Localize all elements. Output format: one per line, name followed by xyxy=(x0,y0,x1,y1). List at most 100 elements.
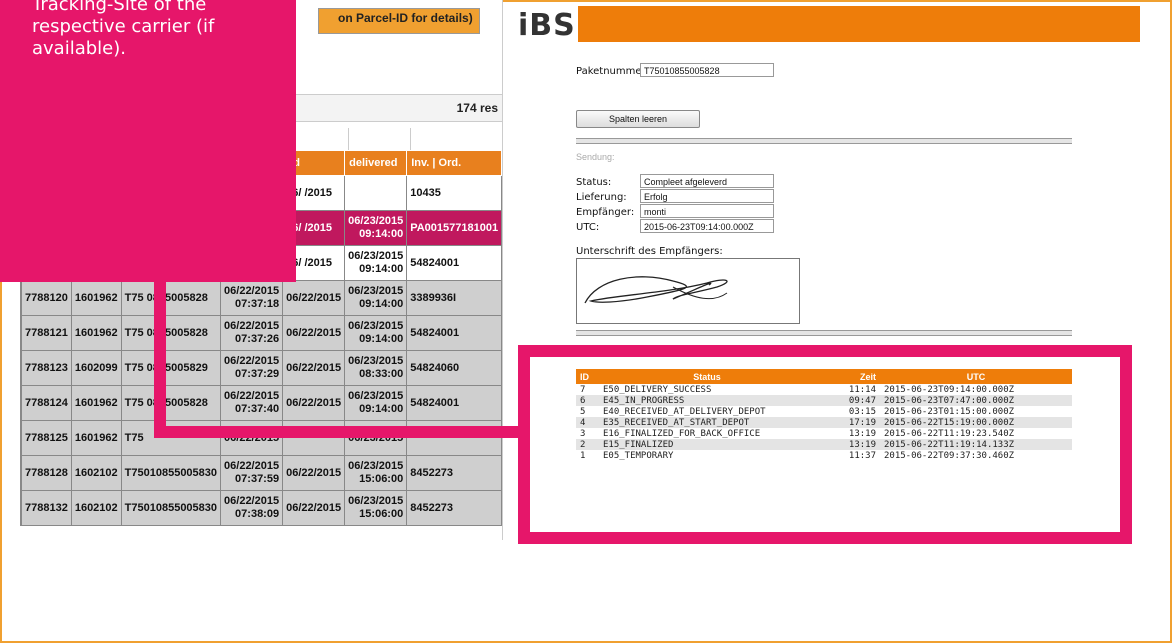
pickup-date: 06/22/2015 xyxy=(282,350,346,386)
delivered-date: 06/23/2015 xyxy=(348,320,404,332)
history-id: 7 xyxy=(580,384,586,395)
sent-date: 06/22/2015 xyxy=(224,460,280,472)
delivered-time: 15:06:00 xyxy=(359,508,404,520)
delivered-date: 06/23/2015 xyxy=(348,390,404,402)
pickup-date: 06/22/2015 xyxy=(282,315,346,351)
tracking-link[interactable]: T75010855005830 xyxy=(120,490,222,526)
delivered-datetime: 06/23/2015 09:14:00 xyxy=(344,210,408,246)
delivered-datetime: 06/23/2015 09:14:00 xyxy=(344,280,408,316)
order-number: PA001577181001 xyxy=(406,210,502,246)
order-number: 54824001 xyxy=(406,315,502,351)
recipient-field: monti xyxy=(640,204,774,218)
connector-line xyxy=(154,282,166,438)
sent-date: 06/22/2015 xyxy=(224,285,280,297)
parcel-id[interactable]: 7788123 xyxy=(21,350,72,386)
tracking-link[interactable]: T75010855005830 xyxy=(120,455,222,491)
sent-datetime: 06/22/2015 07:37:29 xyxy=(220,350,284,386)
history-row: 6 E45_IN_PROGRESS 09:47 2015-06-23T07:47:00… xyxy=(576,395,1072,406)
history-time: 13:19 xyxy=(848,428,876,439)
col-header[interactable]: delivered xyxy=(344,150,408,176)
utc-field: 2015-06-23T09:14:00.000Z xyxy=(640,219,774,233)
signature-box xyxy=(576,258,800,324)
status-history-table: ID Status Zeit UTC 7 E50_DELIVERY_SUCCESS… xyxy=(576,369,1072,461)
tracking-link[interactable]: T75 0855005828 xyxy=(120,280,222,316)
order-number: 54824060 xyxy=(406,350,502,386)
history-status: E45_IN_PROGRESS xyxy=(599,395,815,406)
sent-time: 07:37:18 xyxy=(235,298,280,310)
sent-datetime: 06/22/2015 07:37:18 xyxy=(220,280,284,316)
table-row[interactable]: 7788123 1602099 T75 0855005829 06/22/2015 07… xyxy=(20,350,502,386)
parcel-id[interactable]: 7788121 xyxy=(21,315,72,351)
delivered-time: 15:06:00 xyxy=(359,473,404,485)
history-status: E40_RECEIVED_AT_DELIVERY_DEPOT xyxy=(603,406,766,417)
table-row[interactable]: 7788124 1601962 T75 0855005828 06/22/2015 07… xyxy=(20,385,502,421)
sent-date: 06/22/2015 xyxy=(224,320,280,332)
customer-id: 1601962 xyxy=(70,385,122,421)
parcel-id[interactable]: 7788124 xyxy=(21,385,72,421)
customer-id: 1602102 xyxy=(70,490,122,526)
history-id: 2 xyxy=(576,439,599,450)
order-number: 8452273 xyxy=(406,490,502,526)
signature-label: Unterschrift des Empfängers: xyxy=(576,246,723,257)
order-number: 54824001 xyxy=(406,385,502,421)
tooltip-line: Tracking-Site of the xyxy=(32,0,207,15)
paket-input[interactable]: T75010855005828 xyxy=(640,63,774,77)
history-utc: 2015-06-22T15:19:00.000Z xyxy=(880,417,1072,428)
sent-datetime: 06/22/2015 07:38:09 xyxy=(220,490,284,526)
history-utc: 2015-06-23T09:14:00.000Z xyxy=(884,384,1015,395)
divider xyxy=(576,330,1072,336)
recipient-label: Empfänger: xyxy=(576,207,635,218)
order-number: 8452273 xyxy=(406,455,502,491)
history-status: E50_DELIVERY_SUCCESS xyxy=(603,384,712,395)
tracking-link[interactable]: T75 0855005828 xyxy=(120,315,222,351)
history-row: 5 E40_RECEIVED_AT_DELIVERY_DEPOT 03:15 2015… xyxy=(576,406,1072,417)
tracking-link[interactable]: T75 0855005829 xyxy=(120,350,222,386)
history-time: 11:37 xyxy=(848,450,876,461)
parcel-id[interactable]: 7788128 xyxy=(21,455,72,491)
col-header: UTC xyxy=(880,369,1072,384)
delivered-time: 09:14:00 xyxy=(359,333,404,345)
utc-label: UTC: xyxy=(576,222,600,233)
history-utc: 2015-06-22T11:19:23.540Z xyxy=(884,428,1015,439)
sent-datetime: 06/22/2015 07:37:26 xyxy=(220,315,284,351)
history-id: 6 xyxy=(576,395,599,406)
paket-label: Paketnummer xyxy=(576,66,646,77)
delivered-datetime: 06/23/2015 15:06:00 xyxy=(344,490,408,526)
table-row[interactable]: 7788132 1602102 T75010855005830 06/22/2015 0… xyxy=(20,490,502,526)
sent-time: 07:37:26 xyxy=(235,333,280,345)
brand-bar xyxy=(578,6,1140,42)
delivered-datetime: 06/23/2015 09:14:00 xyxy=(344,245,408,281)
delivered-date: 06/23/2015 xyxy=(348,285,404,297)
history-row: 2 E15_FINALIZED 13:19 2015-06-22T11:19:14.1… xyxy=(576,439,1072,450)
col-header[interactable]: Inv. | Ord. xyxy=(406,150,502,176)
sent-date: 06/22/2015 xyxy=(224,355,280,367)
history-status: E15_FINALIZED xyxy=(599,439,815,450)
history-status: E16_FINALIZED_FOR_BACK_OFFICE xyxy=(603,428,761,439)
order-number: 54824001 xyxy=(406,245,502,281)
history-time: 09:47 xyxy=(815,395,880,406)
delivery-field: Erfolg xyxy=(640,189,774,203)
results-count: 174 res xyxy=(456,101,498,115)
parcel-id[interactable]: 7788120 xyxy=(21,280,72,316)
table-row[interactable]: 7788120 1601962 T75 0855005828 06/22/2015 07… xyxy=(20,280,502,316)
history-row: 1 E05_TEMPORARY 11:37 2015-06-22T09:37:30.4… xyxy=(576,450,1072,461)
history-row: 7 E50_DELIVERY_SUCCESS 11:14 2015-06-23T09:… xyxy=(576,384,1072,395)
parcel-id[interactable]: 7788132 xyxy=(21,490,72,526)
tracking-link[interactable]: T75 0855005828 xyxy=(120,385,222,421)
history-id: 5 xyxy=(580,406,586,417)
delivered-time: 09:14:00 xyxy=(359,228,404,240)
status-label: Status: xyxy=(576,177,612,188)
delivered-datetime: 06/23/2015 08:33:00 xyxy=(344,350,408,386)
history-utc: 2015-06-23T01:15:00.000Z xyxy=(884,406,1015,417)
tooltip-line: respective carrier (if xyxy=(32,16,215,37)
table-row[interactable]: 7788128 1602102 T75010855005830 06/22/2015 0… xyxy=(20,455,502,491)
parcel-id[interactable]: 7788125 xyxy=(21,420,72,456)
connector-line xyxy=(154,426,530,438)
tooltip-text: Tracking-Site of the respective carrier … xyxy=(32,0,282,60)
history-id: 3 xyxy=(580,428,586,439)
sent-time: 07:38:09 xyxy=(235,508,280,520)
table-row[interactable]: 7788121 1601962 T75 0855005828 06/22/2015 07… xyxy=(20,315,502,351)
clear-columns-button[interactable]: Spalten leeren xyxy=(576,110,700,128)
col-header: Zeit xyxy=(815,369,880,384)
delivered-time: 09:14:00 xyxy=(359,263,404,275)
